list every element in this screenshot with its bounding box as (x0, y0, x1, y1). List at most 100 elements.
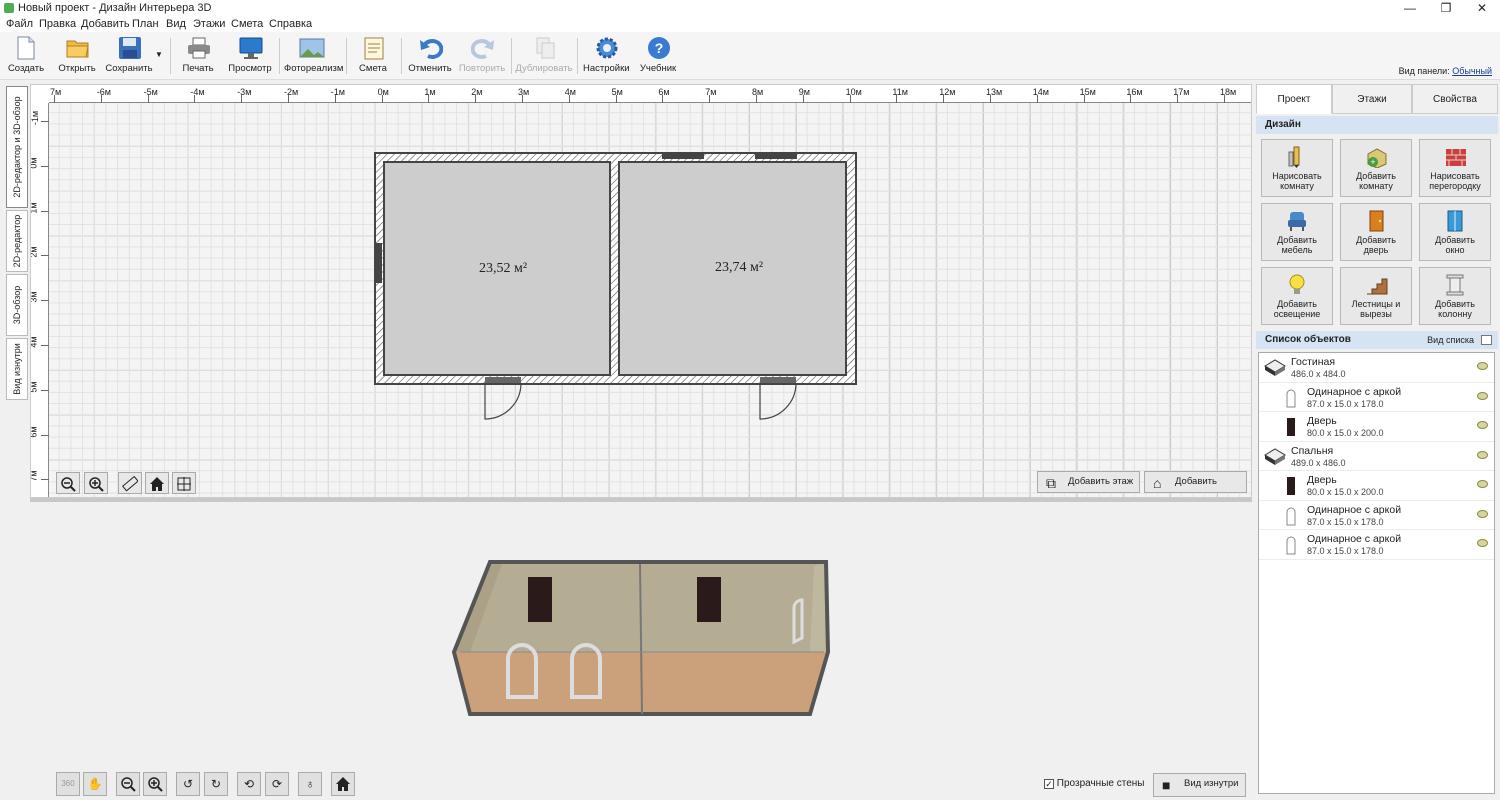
zoom-in-button[interactable] (84, 472, 108, 494)
panel-view-value[interactable]: Обычный (1452, 66, 1492, 76)
tab-floors[interactable]: Этажи (1332, 84, 1412, 114)
floor-plan[interactable] (49, 103, 1252, 498)
estimate-button[interactable]: Смета (354, 36, 392, 78)
preview-button[interactable]: Просмотр (228, 36, 272, 78)
maximize-button[interactable]: ❐ (1428, 0, 1464, 16)
view-3d[interactable]: 360 ✋ ↺ ↻ ⟲ ⟳ ♁ ✓ Прозрачные стены ■ Вид … (30, 502, 1252, 800)
add-floor-button[interactable]: ⧉ Добавить этаж (1037, 471, 1140, 493)
visibility-eye-icon[interactable] (1477, 509, 1488, 518)
visibility-eye-icon[interactable] (1477, 421, 1488, 429)
home-3d-icon[interactable] (331, 772, 355, 796)
settings-button[interactable]: Настройки (583, 36, 630, 78)
add-roof-button[interactable]: ⌂Добавить крышу (1144, 471, 1247, 497)
list-item[interactable]: Одинарное с аркой 87.0 x 15.0 x 178.0 (1259, 383, 1494, 412)
redo-button[interactable]: Повторить (458, 36, 506, 78)
list-item[interactable]: Спальня 489.0 x 486.0 (1259, 442, 1494, 471)
menu-plan[interactable]: План (132, 18, 159, 30)
home-icon[interactable] (145, 472, 169, 494)
hand-pan-icon[interactable]: ✋ (83, 772, 107, 796)
door-icon (1366, 210, 1386, 232)
door-bedroom (760, 377, 796, 383)
tab-properties[interactable]: Свойства (1412, 84, 1498, 114)
tab-2d-3d[interactable]: 2D-редактор и 3D-обзор (6, 86, 28, 208)
open-button[interactable]: Открыть (56, 36, 98, 78)
window-north-1 (662, 153, 704, 159)
add-furniture-button[interactable]: Добавить мебель (1261, 203, 1333, 261)
rotate-left-icon[interactable]: ↺ (176, 772, 200, 796)
create-button[interactable]: Создать (6, 36, 46, 78)
menu-help[interactable]: Справка (269, 18, 312, 30)
tilt-up-icon[interactable]: ⟲ (237, 772, 261, 796)
ruler-label: 13м (986, 87, 1003, 97)
stairs-label-2: вырезы (1360, 309, 1392, 319)
plan-2d-editor[interactable]: 7м -6м -5м -4м -3м -2м -1м 0м 1м 2м 3м 4м 5м 6м 7м 8м 9м… (30, 84, 1252, 498)
ruler-label: 18м (1220, 87, 1237, 97)
window-north-2 (755, 153, 797, 159)
tutorial-button[interactable]: ? Учебник (638, 36, 678, 78)
zoom-out-3d-icon[interactable] (116, 772, 140, 796)
list-item[interactable]: Гостиная 486.0 x 484.0 (1259, 353, 1494, 383)
visibility-eye-icon[interactable] (1477, 450, 1488, 459)
add-lighting-button[interactable]: Добавить освещение (1261, 267, 1333, 325)
add-door-button[interactable]: Добавить дверь (1340, 203, 1412, 261)
ruler-tick (41, 345, 49, 346)
inside-view-button[interactable]: ■ Вид изнутри (1153, 773, 1246, 797)
draw-partition-label-2: перегородку (1429, 181, 1481, 191)
stairs-cutouts-button[interactable]: Лестницы и вырезы (1340, 267, 1412, 325)
tab-project[interactable]: Проект (1256, 84, 1332, 114)
transparent-walls-checkbox[interactable]: ✓ (1044, 779, 1054, 789)
object-dims: 87.0 x 15.0 x 178.0 (1307, 516, 1384, 527)
menu-estimate[interactable]: Смета (231, 18, 263, 30)
svg-text:?: ? (655, 40, 664, 56)
zoom-out-button[interactable] (56, 472, 80, 494)
draw-room-button[interactable]: Нарисовать комнату (1261, 139, 1333, 197)
tilt-down-icon[interactable]: ⟳ (265, 772, 289, 796)
print-button[interactable]: Печать (178, 36, 218, 78)
light-bulb-icon[interactable]: ♁ (298, 772, 322, 796)
menu-edit[interactable]: Правка (39, 18, 76, 30)
list-item[interactable]: Одинарное с аркой 87.0 x 15.0 x 178.0 (1259, 501, 1494, 530)
menu-add[interactable]: Добавить (81, 18, 130, 30)
zoom-in-3d-icon[interactable] (143, 772, 167, 796)
grid-toggle-icon[interactable] (172, 472, 196, 494)
list-item[interactable]: Одинарное с аркой 87.0 x 15.0 x 178.0 (1259, 530, 1494, 560)
minimize-button[interactable]: — (1392, 0, 1428, 16)
menu-view[interactable]: Вид (166, 18, 186, 30)
photorealism-button[interactable]: Фотореализм (284, 36, 343, 78)
visibility-eye-icon[interactable] (1477, 539, 1488, 547)
object-list[interactable]: Гостиная 486.0 x 484.0 Одинарное с аркой… (1258, 352, 1495, 794)
visibility-eye-icon[interactable] (1477, 391, 1488, 400)
add-column-button[interactable]: Добавить колонну (1419, 267, 1491, 325)
panel-view-selector[interactable]: Вид панели: Обычный (1399, 66, 1492, 76)
new-file-icon (15, 36, 37, 60)
visibility-eye-icon[interactable] (1477, 362, 1488, 370)
rotate-360-icon[interactable]: 360 (56, 772, 80, 796)
visibility-eye-icon[interactable] (1477, 480, 1488, 488)
tab-2d[interactable]: 2D-редактор (6, 210, 28, 272)
printer-icon (187, 36, 210, 60)
plan-grid[interactable]: 23,52 м² 23,74 м² (49, 103, 1252, 498)
menu-file[interactable]: Файл (6, 18, 33, 30)
list-item[interactable]: Дверь 80.0 x 15.0 x 200.0 (1259, 412, 1494, 442)
save-button[interactable]: Сохранить (105, 36, 153, 78)
ruler-tool-icon[interactable] (118, 472, 142, 494)
menu-floors[interactable]: Этажи (193, 18, 225, 30)
list-view-icon[interactable] (1481, 335, 1492, 345)
tab-3d[interactable]: 3D-обзор (6, 274, 28, 336)
room-area-living: 23,52 м² (479, 261, 528, 276)
model-3d[interactable] (30, 502, 1252, 762)
list-view-button[interactable]: Вид списка (1427, 331, 1474, 349)
draw-partition-button[interactable]: Нарисовать перегородку (1419, 139, 1491, 197)
add-window-button[interactable]: Добавить окно (1419, 203, 1491, 261)
duplicate-button[interactable]: Дублировать (515, 36, 573, 78)
add-room-button[interactable]: + Добавить комнату (1340, 139, 1412, 197)
object-dims: 486.0 x 484.0 (1291, 369, 1346, 379)
transparent-walls-option[interactable]: ✓ Прозрачные стены (1044, 778, 1144, 789)
room-area-bedroom: 23,74 м² (715, 260, 764, 275)
list-item[interactable]: Дверь 80.0 x 15.0 x 200.0 (1259, 471, 1494, 501)
rotate-right-icon[interactable]: ↻ (204, 772, 228, 796)
close-button[interactable]: ✕ (1464, 0, 1500, 16)
tab-inside-view[interactable]: Вид изнутри (6, 338, 28, 400)
object-dims: 87.0 x 15.0 x 178.0 (1307, 546, 1384, 556)
undo-button[interactable]: Отменить (408, 36, 452, 78)
